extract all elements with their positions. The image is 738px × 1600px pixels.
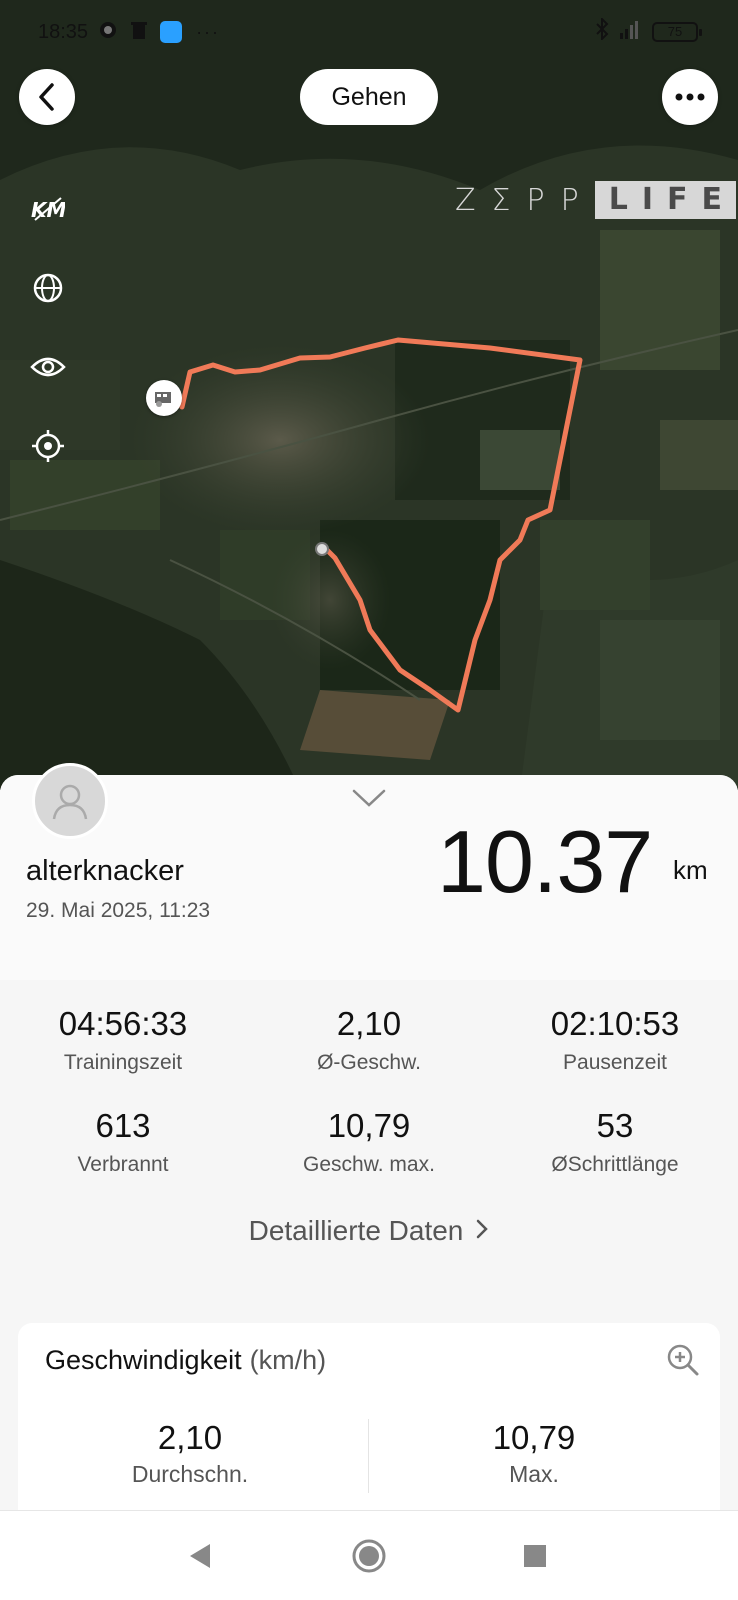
trash-icon (130, 20, 148, 45)
system-navigation-bar (0, 1510, 738, 1600)
whatsapp-icon (98, 20, 118, 45)
stat-stride-length: 53 ØSchrittlänge (492, 1107, 738, 1177)
stat-label: Trainingszeit (63, 1051, 183, 1074)
start-marker (146, 380, 182, 416)
stat-pause-time: 02:10:53 Pausenzeit (492, 1005, 738, 1075)
total-distance: 10.37 (437, 812, 653, 911)
locate-button[interactable] (26, 424, 70, 468)
stat-label: Geschw. max. (303, 1153, 435, 1176)
speed-avg: 2,10 Durchschn. (40, 1419, 340, 1488)
status-time: 18:35 (38, 20, 89, 43)
square-recents-icon (524, 1545, 546, 1567)
user-icon (52, 784, 88, 820)
zepp-life-logo: ZΣPP LIFE (455, 181, 736, 219)
stat-label: Ø-Geschw. (317, 1051, 421, 1074)
km-icon: KM (31, 197, 65, 222)
app-notification-icon (160, 21, 183, 43)
nav-back-button[interactable] (177, 1533, 223, 1579)
speed-max-label: Max. (509, 1461, 559, 1487)
stat-value: 04:56:33 (58, 1005, 188, 1042)
end-marker (315, 542, 329, 556)
logo-text-life: LIFE (594, 181, 736, 219)
circle-home-icon (352, 1539, 386, 1573)
speed-card: Geschwindigkeit (km/h) 2,10 Durchschn. 10… (18, 1323, 720, 1523)
bluetooth-icon (594, 16, 610, 46)
chevron-left-icon (39, 83, 54, 111)
more-dots-icon (675, 93, 705, 101)
map-type-button[interactable] (26, 266, 70, 310)
activity-type-label: Gehen (300, 69, 438, 125)
stat-value: 53 (596, 1107, 634, 1144)
stat-calories: 613 Verbrannt (0, 1107, 246, 1177)
flag-icon (155, 392, 171, 407)
collapse-sheet-button[interactable] (351, 787, 387, 814)
logo-text-zepp: ZΣPP (455, 182, 595, 218)
triangle-back-icon (190, 1544, 210, 1568)
stat-label: Pausenzeit (563, 1051, 667, 1074)
locate-icon (32, 430, 64, 462)
speed-avg-label: Durchschn. (131, 1461, 249, 1487)
eye-icon (30, 357, 66, 377)
globe-icon (33, 273, 63, 303)
speed-avg-value: 2,10 (157, 1419, 223, 1456)
workout-details-sheet: alterknacker 29. Mai 2025, 11:23 10.37 k… (0, 763, 738, 1523)
zoom-in-icon (667, 1344, 699, 1376)
speed-card-title: Geschwindigkeit (km/h) (45, 1345, 326, 1376)
stat-avg-speed: 2,10 Ø-Geschw. (246, 1005, 492, 1075)
stat-label: Verbrannt (77, 1153, 169, 1176)
stat-value: 02:10:53 (550, 1005, 680, 1042)
detailed-data-link[interactable]: Detaillierte Daten (0, 1215, 738, 1247)
nav-recents-button[interactable] (512, 1533, 558, 1579)
more-notifications-icon: ··· (196, 21, 221, 42)
username: alterknacker (26, 855, 184, 887)
stat-value: 10,79 (327, 1107, 411, 1144)
stat-label: ØSchrittlänge (551, 1153, 679, 1176)
speed-max-value: 10,79 (492, 1419, 576, 1456)
back-button[interactable] (19, 69, 75, 125)
signal-icon (620, 19, 642, 45)
chevron-down-icon (352, 789, 386, 807)
km-toggle-button[interactable]: KM (26, 187, 70, 231)
distance-unit: km (673, 855, 708, 885)
status-bar: 18:35 ··· 75 (0, 14, 738, 50)
speed-max: 10,79 Max. (384, 1419, 684, 1488)
avatar[interactable] (32, 763, 108, 839)
stat-value: 2,10 (336, 1005, 402, 1042)
chevron-right-icon (475, 1215, 489, 1247)
nav-home-button[interactable] (346, 1533, 392, 1579)
zoom-in-button[interactable] (666, 1343, 700, 1382)
speed-card-title-text: Geschwindigkeit (45, 1345, 242, 1375)
stat-max-speed: 10,79 Geschw. max. (246, 1107, 492, 1177)
stat-value: 613 (95, 1107, 151, 1144)
stat-training-time: 04:56:33 Trainingszeit (0, 1005, 246, 1075)
visibility-button[interactable] (26, 345, 70, 389)
speed-card-unit: (km/h) (249, 1345, 327, 1375)
battery-icon: 75 (652, 22, 702, 42)
card-divider (368, 1419, 369, 1493)
more-options-button[interactable] (662, 69, 718, 125)
workout-datetime: 29. Mai 2025, 11:23 (26, 899, 211, 922)
detailed-data-label: Detaillierte Daten (248, 1215, 464, 1246)
